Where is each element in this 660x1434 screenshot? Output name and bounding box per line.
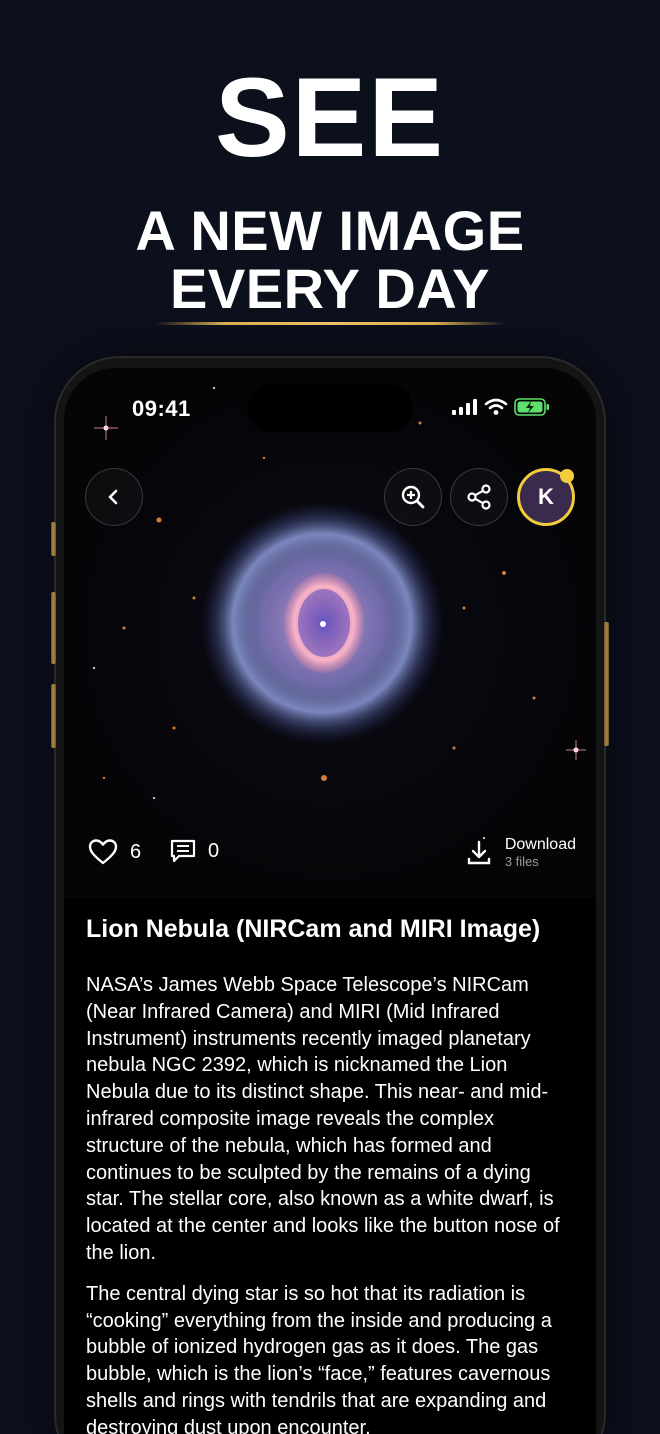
comment-icon <box>170 839 196 863</box>
wifi-icon <box>484 398 508 415</box>
download-icon <box>467 840 491 864</box>
share-button[interactable] <box>450 468 508 526</box>
gold-divider <box>155 322 505 325</box>
article-content: Lion Nebula (NIRCam and MIRI Image) NASA… <box>64 898 596 1434</box>
share-icon <box>467 484 491 510</box>
download-label: Download <box>504 836 576 853</box>
nebula-photo: 09:41 K 6 0 Download 3 files <box>64 368 596 898</box>
download-button[interactable]: Download 3 files <box>467 836 576 869</box>
status-time: 09:41 <box>132 396 191 421</box>
signal-icon <box>452 399 477 415</box>
avatar-badge <box>560 469 574 483</box>
heart-icon <box>88 839 118 865</box>
phone-side-button <box>51 592 56 664</box>
zoom-button[interactable] <box>384 468 442 526</box>
download-text: Download 3 files <box>505 836 576 869</box>
phone-power-button <box>604 622 609 746</box>
hero-subheading: A NEW IMAGE EVERY DAY <box>0 202 660 318</box>
phone-side-button <box>51 522 56 556</box>
dynamic-island <box>247 384 413 432</box>
article-title: Lion Nebula (NIRCam and MIRI Image) <box>86 915 541 943</box>
article-paragraph: The central dying star is so hot that it… <box>86 1282 552 1434</box>
hero-subheading-line-1: A NEW IMAGE <box>135 199 525 262</box>
comment-stat[interactable]: 0 <box>170 838 219 864</box>
status-icons <box>452 398 550 416</box>
hero-heading: SEE <box>214 55 446 180</box>
nebula-illustration <box>93 387 586 839</box>
hero-subheading-line-2: EVERY DAY <box>170 257 490 320</box>
battery-icon <box>514 398 549 416</box>
phone-side-button <box>51 684 56 748</box>
zoom-in-icon <box>401 485 425 509</box>
user-avatar[interactable]: K <box>517 468 575 526</box>
like-stat[interactable]: 6 <box>88 838 141 866</box>
comment-count: 0 <box>208 839 220 862</box>
article-paragraph: NASA’s James Webb Space Telescope’s NIRC… <box>86 974 560 1264</box>
avatar-initial: K <box>538 484 554 509</box>
like-count: 6 <box>130 840 142 863</box>
download-file-count: 3 files <box>504 854 539 869</box>
phone-screen: 09:41 K 6 0 Download 3 files Lion Nebula… <box>64 368 596 1434</box>
back-button[interactable] <box>85 468 143 526</box>
back-chevron-icon <box>108 489 118 505</box>
